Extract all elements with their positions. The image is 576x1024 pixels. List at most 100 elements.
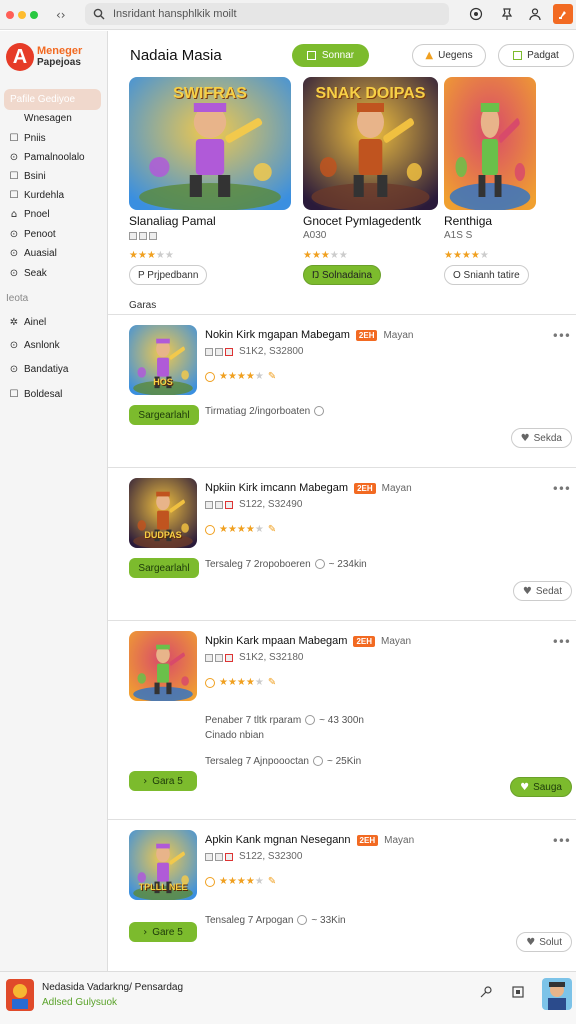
list-item[interactable]: Npkin Kark mpaan Mabegam 2EH Mayan S1K2, S… bbox=[108, 620, 576, 819]
sidebar-item-icon: ⌂ bbox=[10, 208, 18, 220]
list-thumbnail[interactable] bbox=[129, 631, 197, 701]
avatar[interactable] bbox=[542, 978, 572, 1010]
sidebar-item[interactable]: ✲ Ainel bbox=[8, 313, 46, 331]
logo-mark: A bbox=[6, 43, 34, 71]
list-detail: Tirmatiag 2/ingorboaten bbox=[205, 406, 328, 417]
user-icon[interactable] bbox=[525, 4, 545, 24]
heart-icon: ♥ bbox=[522, 585, 532, 597]
minimize-window-button[interactable] bbox=[18, 10, 26, 19]
sidebar-item[interactable]: Wnesagen bbox=[8, 109, 72, 127]
featured-title: Slanaliag Pamal bbox=[129, 214, 216, 228]
sidebar-item[interactable]: ⊙ Asnlonk bbox=[8, 336, 60, 354]
featured-art-title: SNAK DOIPAS bbox=[315, 85, 426, 102]
now-playing-thumbnail[interactable] bbox=[6, 979, 34, 1011]
primary-button[interactable]: › Gare 5 bbox=[129, 922, 197, 942]
search-input[interactable]: Insridant hansphlkik moilt bbox=[113, 8, 237, 20]
more-options-icon[interactable]: ••• bbox=[552, 329, 571, 343]
list-art-title: TPLLL NEE bbox=[138, 882, 188, 892]
sidebar-item[interactable]: ⊙ Bandatiya bbox=[8, 360, 69, 378]
list-detail: Tersaleg 7 2ropoboeren ~ 234kin bbox=[205, 559, 367, 570]
edit-icon: ✎ bbox=[267, 677, 277, 688]
list-meta: S1K2, S32800 bbox=[205, 346, 304, 357]
more-options-icon[interactable]: ••• bbox=[552, 482, 571, 496]
search-bar[interactable]: Insridant hansphlkik moilt bbox=[85, 3, 449, 25]
key-icon[interactable] bbox=[478, 984, 494, 1000]
list-section-label: Garas bbox=[129, 300, 157, 311]
secondary-button[interactable]: ♥ Sedat bbox=[512, 581, 572, 601]
list-meta: S1K2, S32180 bbox=[205, 652, 304, 663]
featured-image[interactable] bbox=[444, 77, 536, 210]
heart-icon: ♥ bbox=[520, 781, 530, 793]
sidebar-item[interactable]: ⌂ Pnoel bbox=[8, 205, 50, 223]
featured-subtitle: A030 bbox=[303, 230, 327, 241]
sidebar-item[interactable]: ☐ Boldesal bbox=[8, 385, 63, 403]
list-item[interactable]: Npkiin Kirk imcann Mabegam 2EH Mayan S122,… bbox=[108, 467, 576, 620]
zoom-window-button[interactable] bbox=[30, 10, 38, 19]
sidebar-item[interactable]: ☐ Bsini bbox=[8, 167, 46, 185]
featured-card[interactable]: Slanaliag Pamal ★★★★★ P Prjpedbann SWIFR… bbox=[129, 77, 291, 287]
back-forward-icon[interactable]: ‹› bbox=[56, 8, 66, 22]
list-detail-note: Cinado nbian bbox=[205, 730, 264, 741]
sidebar-item-label: Pamalnoolalo bbox=[24, 151, 85, 163]
sidebar-item-active[interactable]: Pafile Gediyoe bbox=[4, 89, 101, 110]
heart-icon: ♥ bbox=[526, 936, 536, 948]
sidebar-item[interactable]: ⊙ Pamalnoolalo bbox=[8, 148, 85, 166]
sidebar-item[interactable]: ⊙ Seak bbox=[8, 264, 47, 282]
sidebar-item-icon: ✲ bbox=[9, 316, 19, 328]
primary-button[interactable]: Sargearlahl bbox=[129, 405, 199, 425]
featured-button[interactable]: P Prjpedbann bbox=[129, 265, 208, 285]
secondary-button[interactable]: ♥ Solut bbox=[516, 932, 572, 952]
list-title[interactable]: Apkin Kank mgnan Nesegann 2EH Mayan bbox=[205, 834, 414, 846]
list-title[interactable]: Npkiin Kirk imcann Mabegam 2EH Mayan bbox=[205, 482, 412, 494]
featured-badges bbox=[129, 232, 157, 240]
secondary-button[interactable]: ♥ Sauga bbox=[510, 777, 572, 797]
list-detail-secondary: Tersaleg 7 Ajnpoooctan ~ 25Kin bbox=[205, 756, 362, 767]
sidebar-item-icon: ⊙ bbox=[9, 267, 19, 279]
app-menu-icon[interactable] bbox=[553, 4, 573, 24]
edit-icon: ✎ bbox=[267, 876, 277, 887]
more-options-icon[interactable]: ••• bbox=[552, 834, 571, 848]
featured-card[interactable]: Gnocet Pymlagedentk A030 ★★★★★ Ŋ Solnada… bbox=[303, 77, 438, 287]
edition-badge: 2EH bbox=[356, 834, 379, 846]
list-item[interactable]: Nokin Kirk mgapan Mabegam 2EH Mayan S1K2, … bbox=[108, 314, 576, 467]
featured-button[interactable]: Ŋ Solnadaina bbox=[303, 265, 382, 285]
sidebar-item-icon: ⊙ bbox=[9, 247, 19, 259]
primary-button[interactable]: Sargearlahl bbox=[129, 558, 199, 578]
secondary-button[interactable]: ♥ Sekda bbox=[510, 428, 572, 448]
list-rating: ★★★★★ ✎ bbox=[205, 371, 276, 382]
sidebar-item-label: Pniis bbox=[24, 132, 46, 144]
list-title[interactable]: Nokin Kirk mgapan Mabegam 2EH Mayan bbox=[205, 329, 413, 341]
now-playing-subtitle[interactable]: Adlsed Gulysuok bbox=[42, 997, 117, 1008]
list-title[interactable]: Npkin Kark mpaan Mabegam 2EH Mayan bbox=[205, 635, 411, 647]
app-logo[interactable]: A Meneger Papejoas bbox=[6, 43, 82, 71]
sidebar-item-label: Bsini bbox=[24, 170, 46, 182]
pin-icon[interactable] bbox=[497, 4, 517, 24]
sidebar-item-icon: ☐ bbox=[9, 189, 19, 201]
primary-button[interactable]: › Gara 5 bbox=[129, 771, 197, 791]
star-rating: ★★★★★ bbox=[444, 250, 489, 261]
square-icon[interactable] bbox=[510, 984, 526, 1000]
primary-action-button[interactable]: Sonnar bbox=[292, 44, 369, 67]
sidebar-item[interactable]: ⊙ Auasial bbox=[8, 244, 57, 262]
padget-button[interactable]: Padgat bbox=[498, 44, 574, 67]
star-rating: ★★★★★ bbox=[303, 250, 348, 261]
sidebar-item[interactable]: ☐ Pniis bbox=[8, 129, 46, 147]
featured-card[interactable]: Renthiga A1S S ★★★★★ O Snianh tatire bbox=[444, 77, 536, 287]
close-window-button[interactable] bbox=[6, 10, 14, 19]
featured-button[interactable]: O Snianh tatire bbox=[444, 265, 529, 285]
sidebar-item-icon: ⊙ bbox=[9, 339, 19, 351]
upgrade-button[interactable]: ▲ Uegens bbox=[412, 44, 486, 67]
target-icon[interactable] bbox=[466, 4, 486, 24]
more-options-icon[interactable]: ••• bbox=[552, 635, 571, 649]
edition-badge: 2EH bbox=[355, 329, 378, 341]
title-bar: ‹› Insridant hansphlkik moilt bbox=[0, 0, 576, 30]
edition-badge: 2EH bbox=[354, 482, 376, 494]
sidebar-item[interactable]: ☐ Kurdehla bbox=[8, 186, 65, 204]
logo-title: Meneger bbox=[37, 45, 83, 57]
sidebar-item[interactable]: ⊙ Penoot bbox=[8, 225, 56, 243]
sidebar-item-icon: ☐ bbox=[9, 170, 19, 182]
heart-icon: ♥ bbox=[520, 432, 530, 444]
list-tag: Mayan bbox=[383, 329, 414, 341]
list-item[interactable]: Apkin Kank mgnan Nesegann 2EH Mayan S122, … bbox=[108, 819, 576, 971]
sidebar-item-icon: ⊙ bbox=[9, 151, 19, 163]
